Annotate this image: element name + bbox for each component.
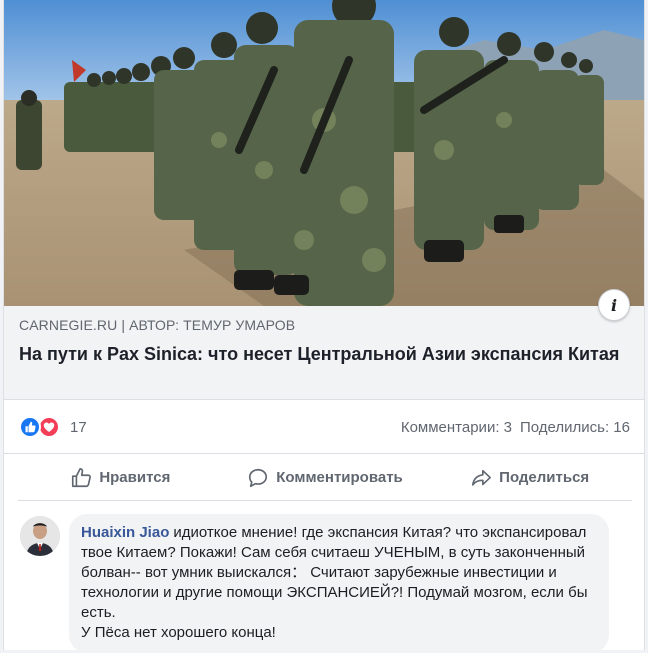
source-author: АВТОР: ТЕМУР УМАРОВ: [129, 317, 296, 333]
comment-author-link[interactable]: Huaixin Jiao: [81, 524, 169, 541]
like-button-label: Нравится: [99, 469, 171, 486]
comment-icon: [249, 468, 268, 487]
reaction-count[interactable]: 17: [70, 419, 87, 436]
post-card: i CARNEGIE.RU | АВТОР: ТЕМУР УМАРОВ На пут…: [3, 0, 645, 653]
source-domain: CARNEGIE.RU: [19, 317, 118, 333]
comment-button[interactable]: Комментировать: [223, 455, 428, 500]
soldiers-photo: [4, 0, 644, 306]
source-separator: |: [121, 317, 126, 333]
info-icon[interactable]: i: [598, 289, 630, 321]
source-line: CARNEGIE.RU | АВТОР: ТЕМУР УМАРОВ: [19, 317, 629, 333]
article-headline[interactable]: На пути к Pax Sinica: что несет Централь…: [19, 342, 629, 366]
action-bar: Нравится Комментировать Поделиться: [18, 455, 632, 501]
comment-button-label: Комментировать: [276, 469, 403, 486]
share-button-label: Поделиться: [499, 469, 590, 486]
share-button[interactable]: Поделиться: [427, 455, 632, 500]
comment-bubble: Huaixin Jiao идиоткое мнение! где экспанс…: [69, 514, 609, 653]
comment-text-last-line: У Пёса нет хорошего конца!: [81, 624, 276, 641]
preview-image[interactable]: [4, 0, 644, 306]
shares-count-link[interactable]: Поделились: 16: [520, 419, 630, 436]
link-preview-meta[interactable]: CARNEGIE.RU | АВТОР: ТЕМУР УМАРОВ На пути …: [4, 306, 644, 400]
like-icon: [19, 416, 41, 438]
reaction-icons[interactable]: [19, 416, 60, 438]
thumbs-up-icon: [72, 467, 92, 487]
engagement-counts: Комментарии: 3 Поделились: 16: [401, 419, 630, 436]
comments-count-link[interactable]: Комментарии: 3: [401, 419, 512, 436]
love-icon: [38, 416, 60, 438]
share-icon: [472, 469, 492, 486]
reactions-summary: 17 Комментарии: 3 Поделились: 16: [4, 400, 644, 454]
like-button[interactable]: Нравится: [18, 455, 223, 500]
avatar[interactable]: [20, 516, 60, 556]
